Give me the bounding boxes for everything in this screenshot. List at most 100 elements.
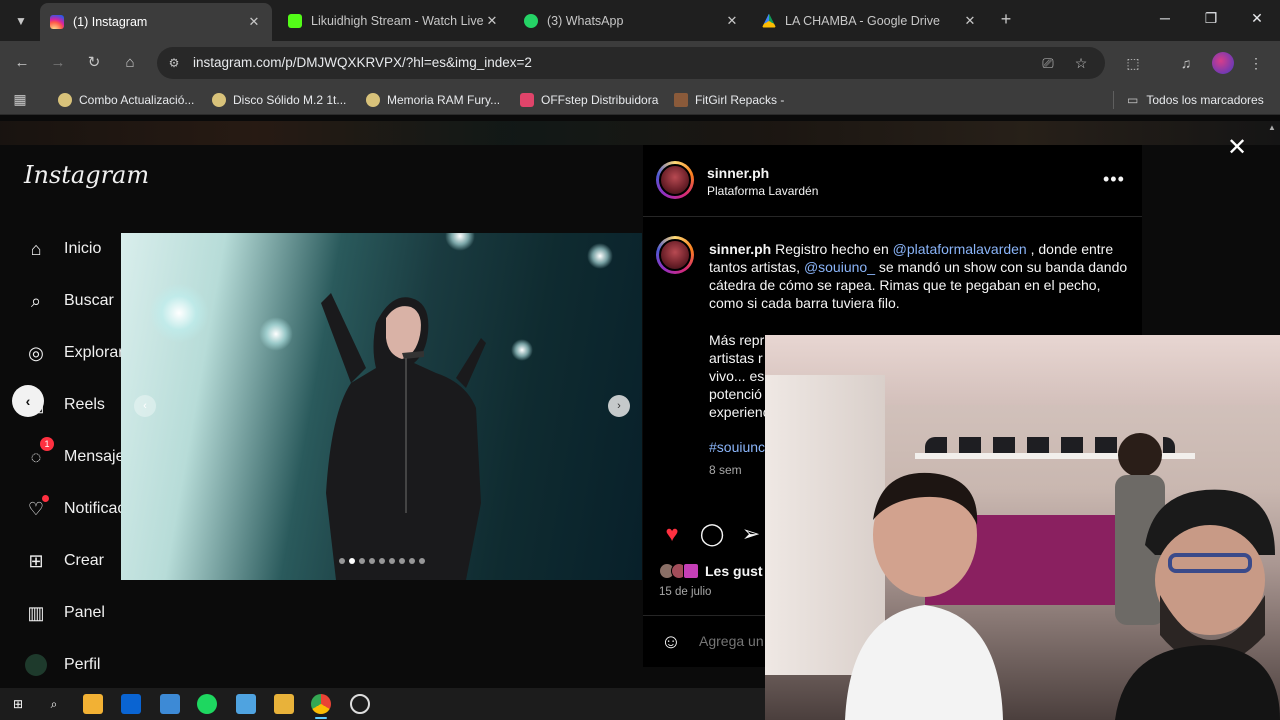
caption-hashtag[interactable]: #souiunc [709, 439, 765, 455]
carousel-dot [359, 558, 365, 564]
apps-grid-icon[interactable]: ▦ [9, 88, 31, 110]
windows-taskbar: ⊞ ⌕ [0, 688, 765, 720]
obs-icon[interactable] [350, 694, 370, 714]
author-avatar[interactable] [656, 161, 694, 199]
calculator-icon[interactable] [160, 694, 180, 714]
restore-button[interactable]: ❐ [1201, 10, 1221, 30]
liker-avatar [683, 563, 699, 579]
minimize-button[interactable]: ─ [1155, 10, 1175, 30]
close-tab-icon[interactable]: ✕ [484, 13, 500, 29]
cam-person-right [1115, 489, 1280, 720]
close-post-button[interactable]: ✕ [1226, 136, 1248, 160]
nav-label: Reels [64, 396, 105, 413]
post-age: 8 sem [709, 463, 742, 477]
plus-icon: ⊞ [28, 550, 44, 571]
reload-button[interactable]: ↻ [83, 52, 105, 74]
carousel-prev-button[interactable]: ‹ [134, 395, 156, 417]
tab-google-drive[interactable]: LA CHAMBA - Google Drive ✕ [752, 4, 988, 37]
bookmark-label: Combo Actualizació... [79, 93, 195, 107]
browser-tab-bar: ▼ (1) Instagram ✕ Likuidhigh Stream - Wa… [0, 0, 1280, 41]
author-username[interactable]: sinner.ph [707, 165, 769, 181]
post-date: 15 de julio [659, 586, 712, 598]
search-icon[interactable]: ⌕ [44, 694, 64, 714]
url-text[interactable]: instagram.com/p/DMJWQXKRVPX/?hl=es&img_i… [193, 55, 532, 70]
close-tab-icon[interactable]: ✕ [962, 13, 978, 29]
outlook-icon[interactable] [121, 694, 141, 714]
comment-icon[interactable]: ◯ [699, 521, 725, 547]
bookmark-favicon-icon [520, 93, 534, 107]
file-explorer-icon[interactable] [274, 694, 294, 714]
folder-icon: ▭ [1127, 93, 1139, 107]
bookmark-item[interactable]: FitGirl Repacks - [674, 92, 784, 108]
close-window-button[interactable]: ✕ [1247, 10, 1267, 30]
bookmarks-bar: ▦ Combo Actualizació... Disco Sólido M.2… [0, 85, 1280, 115]
likes-text[interactable]: Les gust [705, 563, 763, 579]
address-bar[interactable]: ⚙ instagram.com/p/DMJWQXKRVPX/?hl=es&img… [157, 47, 1105, 79]
all-bookmarks-button[interactable]: ▭ Todos los marcadores [1127, 92, 1264, 108]
back-button[interactable]: ← [11, 52, 33, 74]
share-icon[interactable]: ➢ [738, 521, 764, 547]
nav-crear[interactable]: ⊞ Crear [24, 549, 104, 573]
post-image[interactable]: ‹ › [121, 233, 642, 580]
carousel-dot [389, 558, 395, 564]
store-icon[interactable] [83, 694, 103, 714]
new-tab-button[interactable]: + [996, 10, 1016, 30]
windows-start-icon[interactable]: ⊞ [8, 694, 28, 714]
bookmark-item[interactable]: Combo Actualizació... [58, 92, 194, 108]
bookmark-item[interactable]: Disco Sólido M.2 1t... [212, 92, 346, 108]
scroll-up-arrow-icon[interactable]: ▲ [1268, 123, 1278, 133]
forward-button[interactable]: → [47, 52, 69, 74]
pen-icon[interactable] [236, 694, 256, 714]
dashboard-icon: ▥ [27, 602, 45, 623]
tab-search-dropdown[interactable]: ▼ [8, 8, 34, 34]
search-icon: ⌕ [30, 290, 42, 311]
previous-post-button[interactable]: ‹ [12, 385, 44, 417]
post-location[interactable]: Plataforma Lavardén [707, 184, 818, 198]
site-info-icon[interactable]: ⚙ [165, 54, 183, 72]
nav-panel[interactable]: ▥ Panel [24, 601, 104, 625]
media-controls-icon[interactable]: ♫ [1175, 52, 1197, 74]
likes-summary[interactable]: Les gust [659, 563, 763, 579]
browser-toolbar: ← → ↻ ⌂ ⚙ instagram.com/p/DMJWQXKRVPX/?h… [0, 41, 1280, 85]
carousel-dot [379, 558, 385, 564]
spotify-icon[interactable] [197, 694, 217, 714]
all-bookmarks-label: Todos los marcadores [1146, 93, 1264, 107]
chrome-menu-icon[interactable]: ⋮ [1245, 52, 1267, 74]
home-button[interactable]: ⌂ [119, 52, 141, 74]
nav-perfil[interactable]: Perfil [24, 653, 100, 677]
messenger-icon: ◌ 1 [24, 437, 54, 469]
emoji-icon[interactable]: ☺ [659, 630, 683, 654]
bookmark-item[interactable]: Memoria RAM Fury... [366, 92, 500, 108]
profile-avatar[interactable] [1212, 52, 1234, 74]
chrome-icon[interactable] [311, 694, 331, 719]
nav-explorar[interactable]: ◎ Explorar [24, 341, 123, 365]
nav-inicio[interactable]: ⌂ Inicio [24, 237, 102, 261]
close-tab-icon[interactable]: ✕ [724, 13, 740, 29]
carousel-dot [399, 558, 405, 564]
caption-mention[interactable]: @souiuno_ [804, 259, 875, 275]
caption-text: Registro hecho en [775, 241, 889, 257]
home-icon: ⌂ [30, 238, 42, 259]
close-tab-icon[interactable]: ✕ [246, 14, 262, 30]
avatar [24, 653, 48, 677]
tab-kick[interactable]: Likuidhigh Stream - Watch Live ✕ [278, 4, 510, 37]
chevron-down-icon: ▼ [15, 14, 27, 28]
nav-buscar[interactable]: ⌕ Buscar [24, 289, 114, 313]
carousel-dots [339, 558, 425, 564]
carousel-dot [349, 558, 355, 564]
caption-username[interactable]: sinner.ph [709, 241, 771, 257]
carousel-next-button[interactable]: › [608, 395, 630, 417]
install-app-icon[interactable]: ⎚ [1039, 54, 1057, 72]
caption-avatar[interactable] [656, 236, 694, 274]
caption-mention[interactable]: @plataformalavarden [893, 241, 1027, 257]
bookmark-label: Disco Sólido M.2 1t... [233, 93, 347, 107]
extensions-icon[interactable]: ⬚ [1122, 52, 1144, 74]
instagram-logo[interactable]: Instagram [24, 161, 149, 189]
bookmark-item[interactable]: OFFstep Distribuidora [520, 92, 658, 108]
tab-whatsapp[interactable]: (3) WhatsApp ✕ [514, 4, 750, 37]
tab-instagram[interactable]: (1) Instagram ✕ [40, 3, 272, 41]
nav-mensajes[interactable]: ◌ 1 Mensajes [24, 437, 132, 469]
more-options-icon[interactable]: ••• [1103, 169, 1125, 190]
bookmark-star-icon[interactable]: ☆ [1072, 54, 1090, 72]
like-heart-icon[interactable]: ♥ [659, 521, 685, 547]
